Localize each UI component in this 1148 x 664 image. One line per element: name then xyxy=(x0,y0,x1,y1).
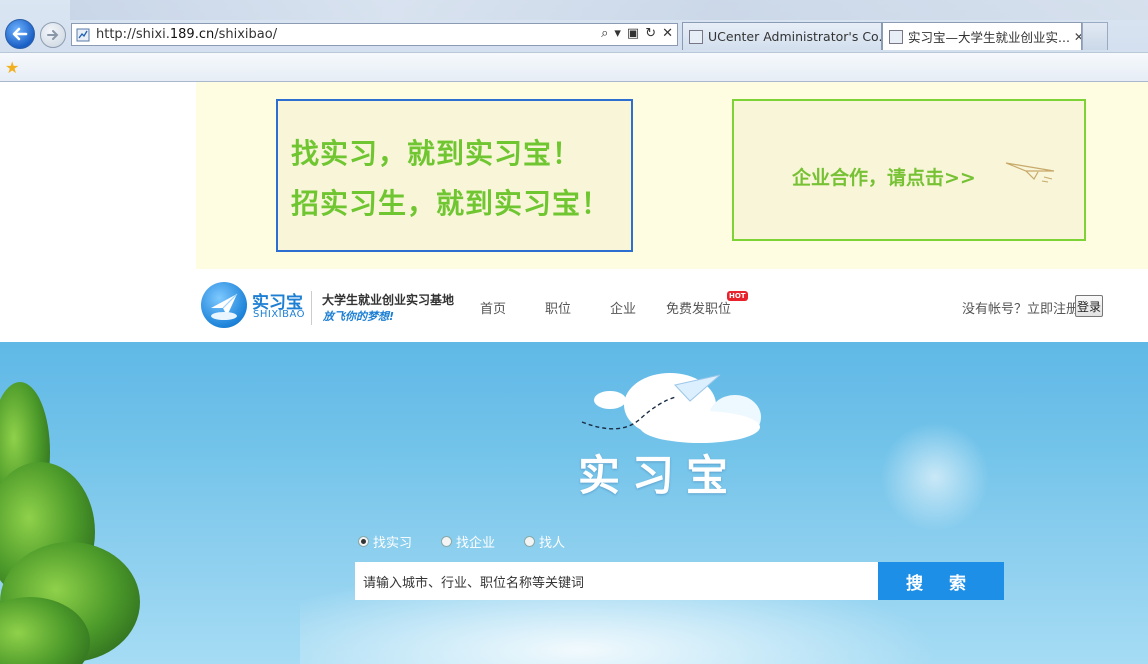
search-type-group: 找实习 找企业 找人 xyxy=(358,532,594,551)
paper-plane-icon xyxy=(1005,162,1055,183)
hero-cloud-plane-icon xyxy=(581,373,761,443)
login-button[interactable]: 登录 xyxy=(1075,295,1103,317)
search-icon[interactable]: ⌕ xyxy=(601,26,608,41)
logo-english: SHIXIBAO xyxy=(253,309,306,320)
favorites-bar: ★ xyxy=(0,52,1148,81)
sun-glow xyxy=(880,422,990,532)
radio-icon[interactable] xyxy=(524,536,536,547)
tab-ucenter[interactable]: UCenter Administrator's Co... xyxy=(682,22,882,50)
register-link[interactable]: 没有帐号？立即注册 xyxy=(962,298,1079,317)
search-type-label: 找人 xyxy=(539,536,566,551)
nav-companies[interactable]: 企业 xyxy=(610,298,636,317)
hero-logo-title: 实习宝 xyxy=(578,451,741,500)
logo-icon[interactable] xyxy=(201,282,247,328)
logo-divider xyxy=(311,291,312,325)
site-tagline: 大学生就业创业实习基地 xyxy=(322,293,455,307)
compat-view-icon[interactable]: ▣ xyxy=(627,26,639,41)
back-arrow-icon xyxy=(12,27,28,41)
tree-image xyxy=(0,382,140,664)
search-type-internship[interactable]: 找实习 xyxy=(358,532,412,551)
tab-strip-background xyxy=(70,0,1148,20)
radio-icon[interactable] xyxy=(441,536,453,547)
address-url: http://shixi.189.cn/shixibao/ xyxy=(96,27,278,42)
stop-icon[interactable]: ✕ xyxy=(662,26,673,41)
cooperation-link[interactable]: 企业合作，请点击>> xyxy=(792,163,976,190)
nav-home[interactable]: 首页 xyxy=(480,298,506,317)
slogan-line-1: 找实习，就到实习宝！ xyxy=(291,137,582,170)
page-content: 找实习，就到实习宝！ 招实习生，就到实习宝！ 企业合作，请点击>> 实习宝 SH… xyxy=(0,82,1148,664)
search-type-label: 找实习 xyxy=(373,536,413,551)
slogan-ad[interactable]: 找实习，就到实习宝！ 招实习生，就到实习宝！ xyxy=(276,99,633,252)
refresh-icon[interactable]: ↻ xyxy=(645,26,656,41)
browser-chrome: http://shixi.189.cn/shixibao/ ⌕ ▾ ▣ ↻ ✕ … xyxy=(0,0,1148,82)
site-header: 实习宝 SHIXIBAO 大学生就业创业实习基地 放飞你的梦想! 首页 职位 企… xyxy=(196,269,1148,342)
search-placeholder: 请输入城市、行业、职位名称等关键词 xyxy=(363,575,585,591)
site-subtagline: 放飞你的梦想! xyxy=(323,310,395,323)
nav-jobs[interactable]: 职位 xyxy=(545,298,571,317)
search-input[interactable]: 请输入城市、行业、职位名称等关键词 xyxy=(355,562,878,600)
page-icon xyxy=(76,28,90,41)
forward-button[interactable] xyxy=(40,22,66,48)
forward-arrow-icon xyxy=(47,30,59,40)
search-type-company[interactable]: 找企业 xyxy=(441,532,495,551)
radio-selected-icon[interactable] xyxy=(358,536,369,547)
tab-label: 实习宝—大学生就业创业实... xyxy=(908,30,1070,45)
new-tab-button[interactable] xyxy=(1082,22,1108,50)
slogan-line-2: 招实习生，就到实习宝！ xyxy=(291,187,611,220)
tab-favicon xyxy=(889,29,903,44)
tab-favicon xyxy=(689,29,703,44)
back-button[interactable] xyxy=(5,19,35,49)
hot-badge: HOT xyxy=(727,291,748,301)
ad-banner: 找实习，就到实习宝！ 招实习生，就到实习宝！ 企业合作，请点击>> xyxy=(196,82,1148,269)
search-type-people[interactable]: 找人 xyxy=(524,532,565,551)
dropdown-icon[interactable]: ▾ xyxy=(614,26,621,41)
tab-label: UCenter Administrator's Co... xyxy=(708,29,882,44)
tab-shixibao[interactable]: 实习宝—大学生就业创业实... ✕ xyxy=(882,22,1082,50)
tab-close-icon[interactable]: ✕ xyxy=(1070,30,1081,44)
hero-section: 实习宝 找实习 找企业 找人 请输入城市、行业、职位名称等关键词 搜 索 xyxy=(0,342,1148,664)
cooperation-ad[interactable]: 企业合作，请点击>> xyxy=(732,99,1086,241)
address-bar[interactable]: http://shixi.189.cn/shixibao/ ⌕ ▾ ▣ ↻ ✕ xyxy=(71,23,678,46)
nav-post-job[interactable]: 免费发职位 xyxy=(666,298,731,317)
favorites-star-icon[interactable]: ★ xyxy=(5,58,19,77)
search-type-label: 找企业 xyxy=(456,536,496,551)
search-button[interactable]: 搜 索 xyxy=(878,562,1004,600)
